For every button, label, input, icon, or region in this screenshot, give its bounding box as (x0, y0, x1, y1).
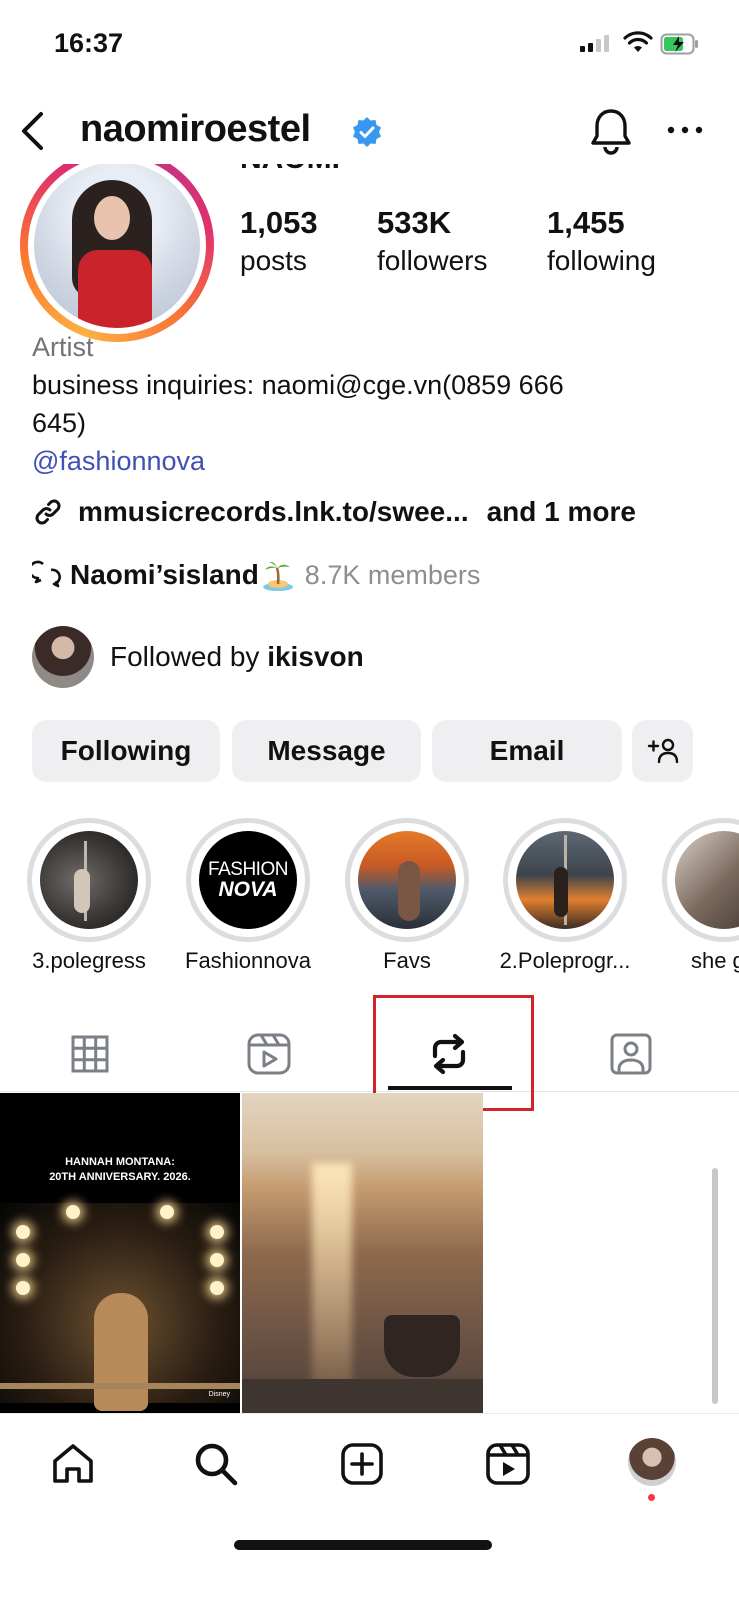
verified-badge-icon (353, 117, 381, 147)
post-title-line: 20TH ANNIVERSARY. 2026. (49, 1171, 191, 1183)
highlight-item[interactable]: she go (662, 818, 739, 973)
highlight-label: Fashionnova (185, 948, 311, 973)
search-icon (195, 1443, 238, 1486)
fashionnova-logo-line2: NOVA (218, 878, 278, 901)
battery-icon (660, 33, 698, 55)
signal-icon (580, 34, 609, 52)
tab-posts-grid[interactable] (60, 1024, 120, 1084)
home-icon (53, 1444, 93, 1483)
highlight-cover (40, 831, 138, 929)
post-title-line: HANNAH MONTANA: (65, 1156, 175, 1168)
email-button[interactable]: Email (432, 720, 622, 782)
wifi-icon (623, 31, 653, 52)
channel-name: Naomi’sisland (70, 559, 259, 590)
highlight-cover (516, 831, 614, 929)
grid-post[interactable]: HANNAH MONTANA: 20TH ANNIVERSARY. 2026. … (0, 1093, 240, 1413)
follower-avatar (32, 626, 94, 688)
home-indicator (234, 1540, 492, 1550)
following-button[interactable]: Following (32, 720, 220, 782)
profile-avatar[interactable] (20, 148, 214, 342)
grid-icon (71, 1035, 109, 1073)
status-bar: 16:37 (0, 0, 739, 90)
followed-by[interactable]: Followed by ikisvon (32, 626, 364, 688)
island-emoji-icon (262, 561, 293, 591)
highlight-cover (675, 831, 739, 929)
bottom-navigation (0, 1413, 739, 1600)
highlight-cover: FASHION NOVA (199, 831, 297, 929)
reels-icon (247, 1033, 291, 1075)
posts-count[interactable]: 1,053 posts (240, 205, 318, 277)
link-text: mmusicrecords.lnk.to/swee... (78, 496, 469, 527)
highlight-item[interactable]: 3.polegress (27, 818, 151, 973)
tab-reels[interactable] (239, 1024, 299, 1084)
bio-line: 645) (32, 408, 87, 438)
followers-count[interactable]: 533K followers (377, 205, 487, 277)
post-image (384, 1315, 460, 1377)
highlight-label: 3.polegress (32, 948, 146, 973)
tagged-person-icon (610, 1033, 652, 1075)
nav-profile-avatar[interactable] (628, 1438, 676, 1486)
link-icon (35, 499, 61, 525)
broadcast-channel[interactable]: Naomi’sisland 8.7K members (32, 555, 480, 595)
scrollbar[interactable] (712, 1168, 718, 1404)
reels-icon (486, 1443, 530, 1485)
nav-search[interactable] (188, 1436, 244, 1492)
message-button[interactable]: Message (232, 720, 421, 782)
highlight-label: Favs (383, 948, 431, 973)
channel-members: 8.7K members (304, 559, 481, 590)
followed-by-user: ikisvon (267, 641, 364, 672)
following-count[interactable]: 1,455 following (547, 205, 656, 277)
profile-full-name: NAOMI (240, 164, 440, 178)
tab-tagged[interactable] (601, 1024, 661, 1084)
add-person-icon (647, 738, 678, 764)
nav-home[interactable] (45, 1436, 101, 1492)
bio-line: business inquiries: naomi@cge.vn(0859 66… (32, 370, 564, 400)
more-options-icon[interactable] (665, 110, 705, 150)
bio-mention-link[interactable]: @fashionnova (32, 442, 712, 480)
status-time: 16:37 (54, 28, 124, 58)
highlight-label: she go (690, 948, 739, 973)
notification-dot (648, 1494, 655, 1501)
channel-icon (32, 560, 61, 588)
highlight-item[interactable]: Favs (345, 818, 469, 973)
link-more[interactable]: and 1 more (487, 496, 636, 528)
profile-header: naomiroestel (0, 100, 739, 164)
profile-tabs (0, 1010, 739, 1092)
profile-photo (34, 162, 200, 328)
highlight-item[interactable]: 2.Poleprogr... (500, 818, 630, 973)
suggested-users-button[interactable] (632, 720, 693, 782)
profile-bio: Artist business inquiries: naomi@cge.vn(… (32, 328, 712, 480)
nav-create[interactable] (334, 1436, 390, 1492)
notification-bell-icon[interactable] (588, 106, 634, 156)
fashionnova-logo-line1: FASHION (208, 859, 288, 880)
create-icon (341, 1443, 383, 1485)
nav-reels[interactable] (480, 1436, 536, 1492)
highlight-label: 2.Poleprogr... (499, 948, 631, 973)
highlight-item[interactable]: FASHION NOVA Fashionnova (185, 818, 311, 973)
highlight-cover (358, 831, 456, 929)
profile-username: naomiroestel (80, 108, 311, 150)
external-link[interactable]: mmusicrecords.lnk.to/swee... and 1 more (32, 492, 636, 532)
grid-post[interactable] (242, 1093, 483, 1413)
post-watermark: Disney (208, 1391, 230, 1398)
followed-by-prefix: Followed by (110, 641, 268, 672)
back-arrow-icon[interactable] (14, 108, 54, 154)
